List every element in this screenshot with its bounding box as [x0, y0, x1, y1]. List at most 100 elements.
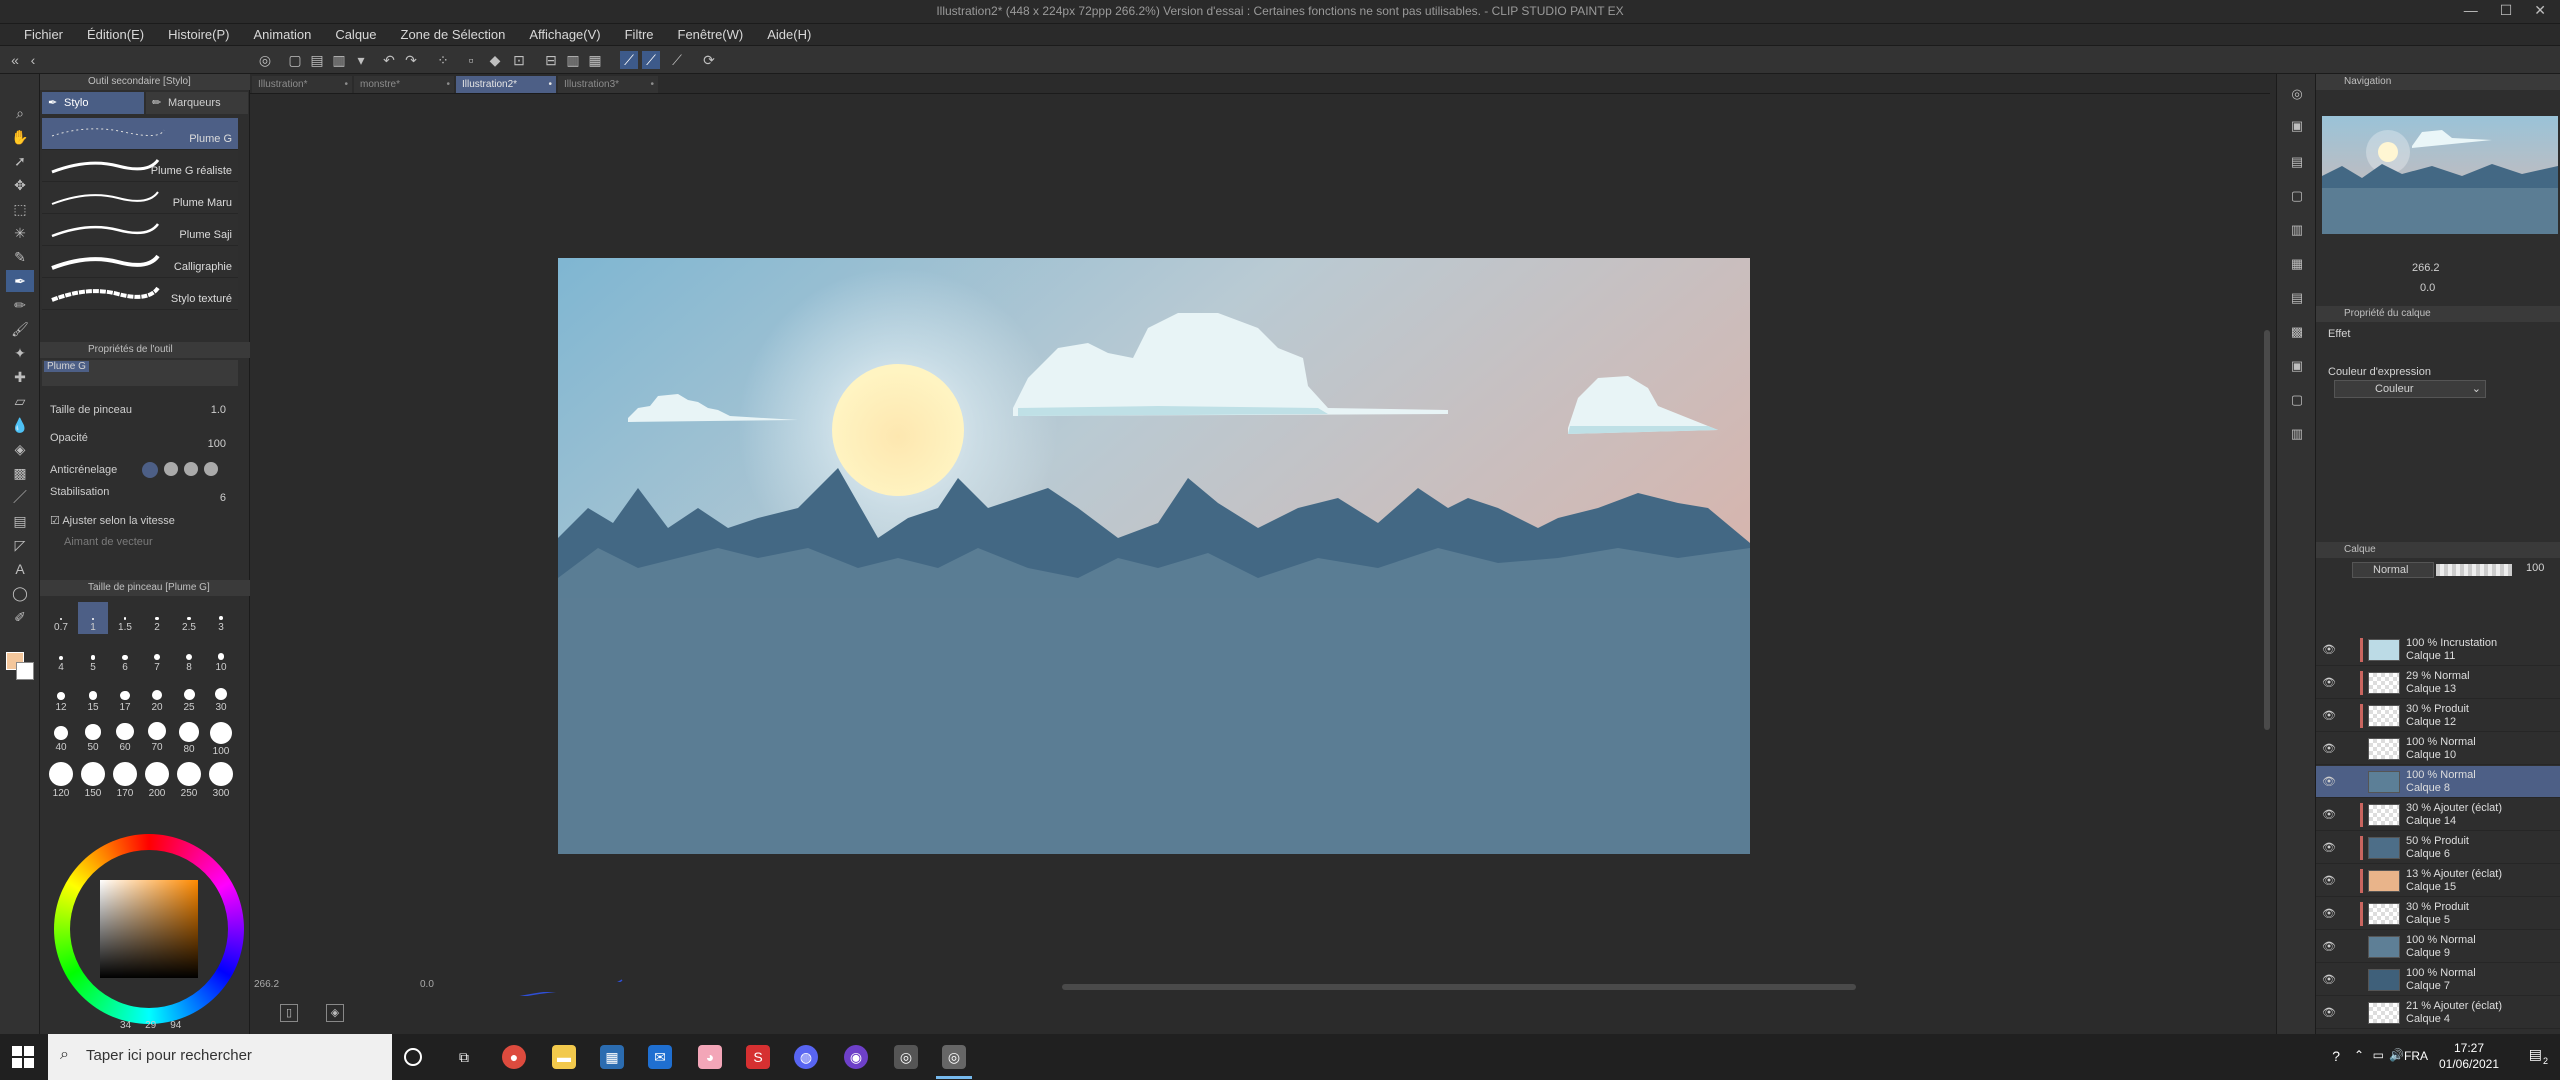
stabilization-value[interactable]: 6: [220, 492, 226, 504]
layer-row[interactable]: 👁 13 % Ajouter (éclat) Calque 15: [2316, 865, 2560, 897]
grid-icon[interactable]: ▦: [586, 51, 604, 69]
tab-monstre[interactable]: monstre* •: [354, 76, 454, 93]
game-icon[interactable]: ◕: [698, 1045, 722, 1069]
transform-icon[interactable]: ⊡: [510, 51, 528, 69]
opacity-slider[interactable]: [2436, 564, 2512, 576]
chevron-up-icon[interactable]: ⌃: [2354, 1048, 2364, 1062]
layer-row[interactable]: 👁 50 % Produit Calque 6: [2316, 832, 2560, 864]
layer-search-icon[interactable]: ▩: [2285, 320, 2309, 344]
clock[interactable]: 17:27 01/06/2021: [2434, 1040, 2504, 1072]
layer-row[interactable]: 👁 29 % Normal Calque 13: [2316, 667, 2560, 699]
ruler-icon[interactable]: ▥: [564, 51, 582, 69]
figure-icon[interactable]: ／: [6, 486, 34, 508]
vertical-scroll-thumb[interactable]: [2264, 330, 2270, 730]
brush-size-option[interactable]: 1: [78, 602, 108, 634]
clear-icon[interactable]: ▫: [462, 51, 480, 69]
cortana-icon[interactable]: [404, 1048, 422, 1066]
menu-affichage[interactable]: Affichage(V): [517, 27, 612, 42]
opacity-row[interactable]: Opacité 100: [50, 432, 246, 450]
brush-size-option[interactable]: 250: [174, 762, 204, 799]
zoom-value[interactable]: 266.2: [254, 979, 279, 990]
undo-icon[interactable]: ↶: [380, 51, 398, 69]
sub-color-swatch[interactable]: [16, 662, 34, 680]
operation-icon[interactable]: ➚: [6, 150, 34, 172]
brush-size-option[interactable]: 7: [142, 642, 172, 674]
brush-item-stylo-texture[interactable]: Stylo texturé: [42, 278, 238, 310]
brush-item-plume-saji[interactable]: Plume Saji: [42, 214, 238, 246]
layer-row[interactable]: 👁 100 % Normal Calque 9: [2316, 931, 2560, 963]
panel-toggle-icon[interactable]: ‹: [24, 51, 42, 69]
app-icon[interactable]: ◎: [894, 1045, 918, 1069]
layer-row[interactable]: 👁 21 % Ajouter (éclat) Calque 4: [2316, 997, 2560, 1029]
antialias-options[interactable]: [142, 462, 218, 478]
brush-size-value[interactable]: 1.0: [211, 404, 226, 416]
brush-item-calligraphie[interactable]: Calligraphie: [42, 246, 238, 278]
save-icon[interactable]: ▥: [330, 51, 348, 69]
pen-icon[interactable]: ✒: [6, 270, 34, 292]
new-file-icon[interactable]: ▢: [286, 51, 304, 69]
move-layer-icon[interactable]: ✥: [6, 174, 34, 196]
fill-icon[interactable]: ◆: [486, 51, 504, 69]
file-explorer-icon[interactable]: ▬: [552, 1045, 576, 1069]
brush-size-option[interactable]: 70: [142, 722, 172, 754]
close-button[interactable]: ✕: [2534, 2, 2546, 19]
hand-icon[interactable]: ✋: [6, 126, 34, 148]
antialias-row[interactable]: Anticrénelage: [50, 462, 246, 480]
brush-size-option[interactable]: 120: [46, 762, 76, 799]
brush-size-option[interactable]: 12: [46, 682, 76, 714]
maximize-button[interactable]: ☐: [2500, 2, 2513, 19]
animation-icon[interactable]: ▯: [280, 1004, 298, 1022]
menu-animation[interactable]: Animation: [242, 27, 324, 42]
close-tab-icon[interactable]: •: [446, 76, 450, 93]
brush-size-option[interactable]: 5: [78, 642, 108, 674]
layer-row[interactable]: 👁 30 % Produit Calque 12: [2316, 700, 2560, 732]
close-tab-icon[interactable]: •: [650, 76, 654, 93]
menu-fenetre[interactable]: Fenêtre(W): [666, 27, 756, 42]
taskbar-search[interactable]: ⌕ Taper ici pour rechercher: [48, 1034, 392, 1080]
eye-icon[interactable]: 👁: [2322, 709, 2336, 722]
blend-icon[interactable]: 💧: [6, 414, 34, 436]
guide-icon[interactable]: ⊟: [542, 51, 560, 69]
speed-adjust-row[interactable]: ☑ Ajuster selon la vitesse: [50, 514, 246, 530]
tab-illustration2[interactable]: Illustration2* •: [456, 76, 556, 93]
opacity-value[interactable]: 100: [208, 438, 226, 450]
eraser-icon[interactable]: ▱: [6, 390, 34, 412]
layer-opacity-value[interactable]: 100: [2526, 562, 2544, 574]
brush-icon[interactable]: 🖌: [6, 318, 34, 340]
windows-start-icon[interactable]: [12, 1046, 34, 1068]
snap-ruler-icon[interactable]: ⟋: [620, 51, 638, 69]
mail-icon[interactable]: ✉: [648, 1045, 672, 1069]
vector-magnet-row[interactable]: Aimant de vecteur: [50, 536, 246, 552]
network-icon[interactable]: ▭: [2373, 1048, 2384, 1062]
menu-selection[interactable]: Zone de Sélection: [389, 27, 518, 42]
antialias-weak-icon[interactable]: [164, 462, 178, 476]
decoration-icon[interactable]: ✚: [6, 366, 34, 388]
frame-icon[interactable]: ▤: [6, 510, 34, 532]
layer-row[interactable]: 👁 30 % Produit Calque 5: [2316, 898, 2560, 930]
clip-studio-taskbar-icon[interactable]: ◎: [936, 1045, 972, 1079]
blend-mode-dropdown[interactable]: Normal: [2352, 562, 2434, 578]
eye-icon[interactable]: 👁: [2322, 775, 2336, 788]
material-3-icon[interactable]: ▥: [2285, 218, 2309, 242]
redo-icon[interactable]: ↷: [402, 51, 420, 69]
close-tab-icon[interactable]: •: [548, 76, 552, 93]
brush-size-option[interactable]: 30: [206, 682, 236, 714]
brush-item-plume-g-realiste[interactable]: Plume G réaliste: [42, 150, 238, 182]
antialias-strong-icon[interactable]: [204, 462, 218, 476]
brush-size-option[interactable]: 40: [46, 722, 76, 754]
language-indicator[interactable]: FRA: [2404, 1049, 2428, 1063]
brush-size-option[interactable]: 60: [110, 722, 140, 754]
eye-icon[interactable]: 👁: [2322, 907, 2336, 920]
balloon-icon[interactable]: ◯: [6, 582, 34, 604]
zoom-icon[interactable]: ⌕: [6, 102, 34, 124]
correct-line-icon[interactable]: ✐: [6, 606, 34, 628]
menu-fichier[interactable]: Fichier: [12, 27, 75, 42]
brush-size-option[interactable]: 10: [206, 642, 236, 674]
layer-row[interactable]: 👁 100 % Incrustation Calque 11: [2316, 634, 2560, 666]
brush-size-option[interactable]: 3: [206, 602, 236, 634]
brush-size-option[interactable]: 80: [174, 722, 204, 755]
material-4-icon[interactable]: ▦: [2285, 252, 2309, 276]
brush-size-option[interactable]: 150: [78, 762, 108, 799]
discord-icon[interactable]: ◍: [794, 1045, 818, 1069]
color-swatch[interactable]: [6, 652, 36, 682]
